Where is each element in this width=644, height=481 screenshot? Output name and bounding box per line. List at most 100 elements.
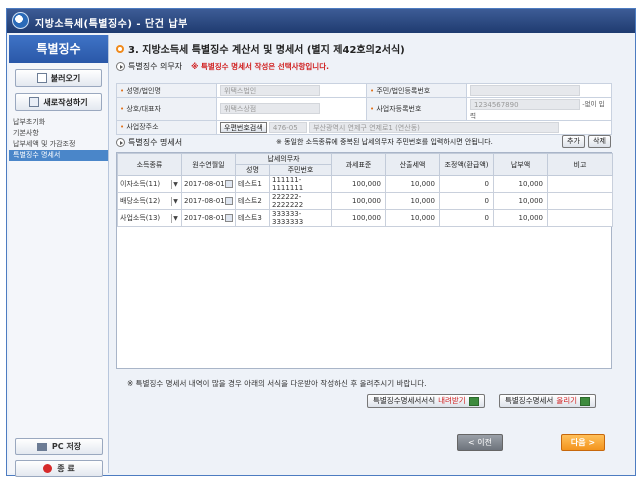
window-title: 지방소득세(특별징수) - 단건 납부 bbox=[35, 19, 188, 30]
power-icon bbox=[43, 464, 53, 473]
remark-cell[interactable] bbox=[547, 192, 613, 210]
name-field[interactable]: 위택스법인 bbox=[220, 85, 320, 96]
chevron-down-icon[interactable]: ▼ bbox=[171, 196, 179, 206]
payment-cell[interactable]: 10,000 bbox=[493, 175, 548, 193]
upload-prefix: 특별징수명세서 bbox=[505, 396, 554, 405]
agent-info-table: 성명/법인명 위택스법인 주민/법인등록번호 상호/대표자 위택스상점 사업자등… bbox=[116, 83, 612, 135]
sidebar-item-basic[interactable]: 기본사항 bbox=[9, 128, 108, 139]
payment-cell[interactable]: 10,000 bbox=[493, 209, 548, 227]
load-button[interactable]: 불러오기 bbox=[15, 69, 102, 87]
calc-tax-cell[interactable]: 10,000 bbox=[385, 175, 440, 193]
arrow-circle-icon bbox=[116, 138, 125, 147]
tax-base-cell[interactable]: 100,000 bbox=[331, 192, 386, 210]
col-adjust: 조정액(환급액) bbox=[439, 153, 494, 176]
next-button[interactable]: 다음 > bbox=[561, 434, 605, 451]
bizno-label: 사업자등록번호 bbox=[366, 97, 467, 121]
grid-icon bbox=[29, 97, 40, 107]
col-remark: 비고 bbox=[547, 153, 613, 176]
excel-icon bbox=[580, 396, 591, 406]
pc-save-button[interactable]: PC 저장 bbox=[15, 438, 103, 455]
name-cell[interactable]: 테스트2 bbox=[235, 192, 270, 210]
income-type-select[interactable]: 이자소득(11) ▼ bbox=[117, 175, 182, 193]
chevron-down-icon[interactable]: ▼ bbox=[171, 179, 179, 189]
new-write-button-label: 새로작성하기 bbox=[43, 97, 88, 107]
col-payment: 납부액 bbox=[493, 153, 548, 176]
detail-grid: 소득종류 원수연월일 납세의무자 과세표준 산출세액 조정액(환급액) 납부액 … bbox=[116, 152, 613, 369]
calendar-icon[interactable] bbox=[225, 214, 233, 222]
rrn-field[interactable] bbox=[470, 85, 580, 96]
exit-button[interactable]: 종 료 bbox=[15, 460, 103, 477]
table-row: 이자소득(11) ▼ 2017-08-01 테스트1 111111-1111111… bbox=[117, 175, 613, 193]
calc-tax-cell[interactable]: 10,000 bbox=[385, 192, 440, 210]
sidebar-header: 특별징수 bbox=[9, 35, 108, 63]
app-window: 지방소득세(특별징수) - 단건 납부 특별징수 불러오기 새로작성하기 납부초… bbox=[6, 8, 636, 477]
calendar-icon[interactable] bbox=[225, 197, 233, 205]
remark-cell[interactable] bbox=[547, 175, 613, 193]
name-cell[interactable]: 테스트3 bbox=[235, 209, 270, 227]
detail-section-label: 특별징수 명세서 bbox=[128, 138, 183, 147]
pay-date-field[interactable]: 2017-08-01 bbox=[181, 192, 236, 210]
upload-label: 올리기 bbox=[556, 396, 578, 405]
bizno-field[interactable]: 1234567890 bbox=[470, 98, 580, 110]
title-bar: 지방소득세(특별징수) - 단건 납부 bbox=[7, 9, 635, 33]
name-cell[interactable]: 테스트1 bbox=[235, 175, 270, 193]
add-row-button[interactable]: 추가 bbox=[562, 135, 585, 148]
name-label: 성명/법인명 bbox=[116, 83, 217, 98]
document-icon bbox=[36, 73, 47, 83]
rrn-cell[interactable]: 333333-3333333 bbox=[269, 209, 332, 227]
zip-field[interactable]: 476-05 bbox=[268, 121, 307, 133]
zip-search-button[interactable]: 우편번호검색 bbox=[220, 121, 267, 133]
adjust-cell[interactable]: 0 bbox=[439, 192, 494, 210]
calendar-icon[interactable] bbox=[225, 180, 233, 188]
col-income-type: 소득종류 bbox=[117, 153, 182, 176]
app-logo-icon bbox=[12, 12, 29, 29]
delete-row-button[interactable]: 삭제 bbox=[588, 135, 611, 148]
main-content: 3. 지방소득세 특별징수 계산서 및 명세서 (별지 제42호의2서식) 특별… bbox=[113, 35, 633, 475]
bottom-note: ※ 특별징수 명세서 내역이 많을 경우 아래의 서식을 다운받아 작성하신 후… bbox=[127, 379, 427, 388]
pay-date-value: 2017-08-01 bbox=[184, 214, 225, 222]
tax-base-cell[interactable]: 100,000 bbox=[331, 175, 386, 193]
adjust-cell[interactable]: 0 bbox=[439, 175, 494, 193]
monitor-icon bbox=[36, 442, 47, 451]
download-prefix: 특별징수명세서서식 bbox=[373, 396, 436, 405]
download-label: 내려받기 bbox=[438, 396, 466, 405]
chevron-down-icon[interactable]: ▼ bbox=[171, 213, 179, 223]
income-type-select[interactable]: 사업소득(13) ▼ bbox=[117, 209, 182, 227]
trade-label: 상호/대표자 bbox=[116, 97, 217, 121]
download-template-button[interactable]: 특별징수명세서서식 내려받기 bbox=[367, 394, 485, 408]
col-tax-base: 과세표준 bbox=[331, 153, 386, 176]
exit-label: 종 료 bbox=[57, 464, 75, 473]
calc-tax-cell[interactable]: 10,000 bbox=[385, 209, 440, 227]
new-write-button[interactable]: 새로작성하기 bbox=[15, 93, 102, 111]
pay-date-field[interactable]: 2017-08-01 bbox=[181, 175, 236, 193]
remark-cell[interactable] bbox=[547, 209, 613, 227]
col-calc-tax: 산출세액 bbox=[385, 153, 440, 176]
pay-date-value: 2017-08-01 bbox=[184, 197, 225, 205]
excel-icon bbox=[468, 396, 479, 406]
table-row: 사업소득(13) ▼ 2017-08-01 테스트3 333333-3333333… bbox=[117, 209, 613, 227]
table-row: 배당소득(12) ▼ 2017-08-01 테스트2 222222-2222222… bbox=[117, 192, 613, 210]
adjust-cell[interactable]: 0 bbox=[439, 209, 494, 227]
arrow-circle-icon bbox=[116, 62, 125, 71]
sidebar-item-detail[interactable]: 특별징수 명세서 bbox=[9, 150, 108, 161]
upload-button[interactable]: 특별징수명세서 올리기 bbox=[499, 394, 597, 408]
rrn-cell[interactable]: 111111-1111111 bbox=[269, 175, 332, 193]
sidebar-item-tax-adjust[interactable]: 납부세액 및 가감조정 bbox=[9, 139, 108, 150]
payment-cell[interactable]: 10,000 bbox=[493, 192, 548, 210]
sidebar-item-reset[interactable]: 납부초기화 bbox=[9, 117, 108, 128]
rrn-label: 주민/법인등록번호 bbox=[366, 83, 467, 98]
rrn-cell[interactable]: 222222-2222222 bbox=[269, 192, 332, 210]
trade-field[interactable]: 위택스상점 bbox=[220, 103, 320, 115]
pay-date-field[interactable]: 2017-08-01 bbox=[181, 209, 236, 227]
address-field[interactable]: 부산광역시 연제구 연제로1 (연산동) bbox=[309, 121, 560, 133]
page-title: 3. 지방소득세 특별징수 계산서 및 명세서 (별지 제42호의2서식) bbox=[128, 45, 405, 56]
tax-base-cell[interactable]: 100,000 bbox=[331, 209, 386, 227]
income-type-value: 사업소득(13) bbox=[120, 214, 161, 222]
sidebar: 특별징수 불러오기 새로작성하기 납부초기화 기본사항 납부세액 및 가감조정 … bbox=[9, 35, 109, 477]
income-type-select[interactable]: 배당소득(12) ▼ bbox=[117, 192, 182, 210]
income-type-value: 배당소득(12) bbox=[120, 197, 161, 205]
detail-section-title: 특별징수 명세서 bbox=[116, 137, 182, 148]
pay-date-value: 2017-08-01 bbox=[184, 180, 225, 188]
prev-button[interactable]: < 이전 bbox=[457, 434, 503, 451]
sidebar-menu: 납부초기화 기본사항 납부세액 및 가감조정 특별징수 명세서 bbox=[9, 117, 108, 161]
